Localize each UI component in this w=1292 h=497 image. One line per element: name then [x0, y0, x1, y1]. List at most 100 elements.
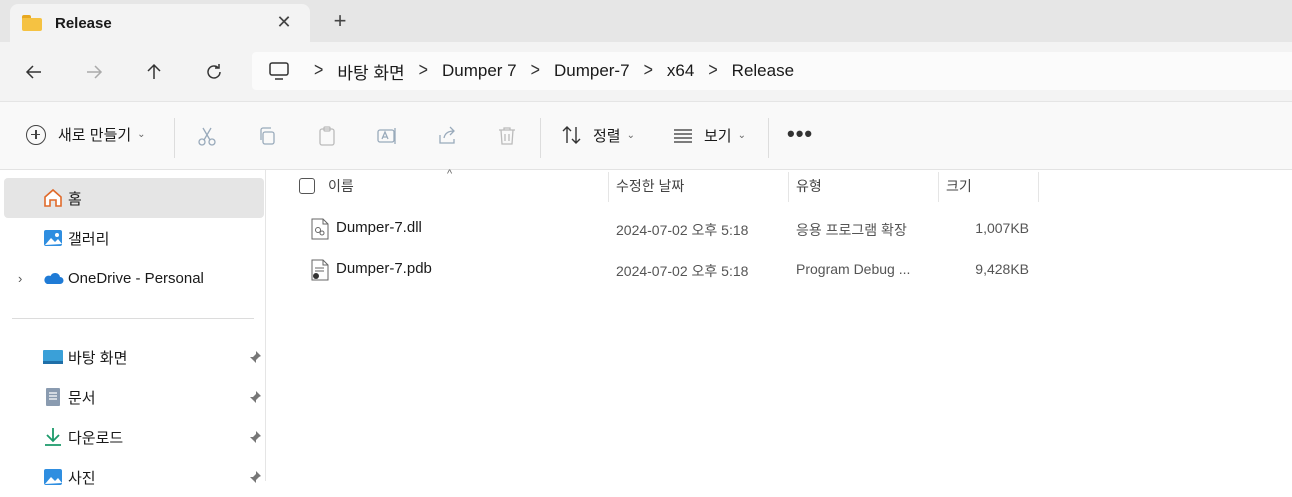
- pin-icon[interactable]: [248, 430, 262, 444]
- breadcrumb-x64[interactable]: x64: [667, 61, 694, 81]
- new-label: 새로 만들기: [58, 127, 132, 144]
- forward-button[interactable]: [79, 58, 109, 86]
- sidebar-item-label: 갤러리: [68, 230, 110, 248]
- file-modified: 2024-07-02 오후 5:18: [616, 263, 749, 279]
- file-name: Dumper-7.dll: [336, 219, 422, 236]
- sidebar-item-home[interactable]: 홈: [4, 178, 264, 218]
- toolbar-divider: [768, 118, 769, 158]
- sidebar-item-label: 바탕 화면: [68, 349, 128, 367]
- title-bar: Release ✕ +: [0, 0, 1292, 42]
- tab-title: Release: [55, 14, 112, 32]
- scissors-icon: [198, 127, 216, 146]
- share-button[interactable]: [435, 124, 459, 148]
- file-type: Program Debug ...: [796, 261, 911, 277]
- sort-icon: [562, 126, 581, 144]
- add-circle-icon: [26, 124, 46, 145]
- file-list: ^ 이름 수정한 날짜 유형 크기 Dumper-7.dll 2024-07-0…: [267, 168, 1292, 481]
- sort-button[interactable]: 정렬 ⌄: [561, 124, 635, 146]
- breadcrumb-separator[interactable]: >: [531, 60, 540, 82]
- column-header-modified[interactable]: 수정한 날짜: [616, 170, 684, 202]
- file-size: 1,007KB: [975, 220, 1029, 236]
- address-bar[interactable]: > 바탕 화면 > Dumper 7 > Dumper-7 > x64 > Re…: [252, 52, 1292, 90]
- arrow-right-icon: [87, 65, 103, 79]
- file-type: 응용 프로그램 확장: [796, 222, 907, 238]
- list-view-icon: [674, 129, 692, 143]
- breadcrumb-separator[interactable]: >: [708, 60, 717, 82]
- downloads-icon: [45, 428, 61, 446]
- breadcrumb-separator: >: [314, 60, 324, 81]
- copy-button[interactable]: [255, 124, 279, 148]
- sidebar-item-label: 홈: [68, 190, 82, 208]
- refresh-icon: [207, 64, 221, 79]
- column-divider[interactable]: [608, 172, 609, 202]
- sort-label: 정렬: [593, 127, 621, 145]
- sidebar-item-label: 사진: [68, 469, 96, 487]
- navigation-pane: 홈 갤러리 › OneDrive - Personal 바탕 화면 문서 다운로…: [0, 170, 266, 487]
- file-row[interactable]: Dumper-7.dll 2024-07-02 오후 5:18 응용 프로그램 …: [267, 208, 1292, 248]
- arrow-up-icon: [147, 63, 161, 79]
- computer-icon: [269, 62, 289, 80]
- breadcrumb-separator[interactable]: >: [419, 60, 428, 82]
- copy-icon: [260, 127, 275, 145]
- column-name-label: 이름: [328, 178, 354, 194]
- rename-button[interactable]: [375, 124, 399, 148]
- rename-icon: [377, 128, 396, 144]
- more-options-button[interactable]: •••: [787, 123, 813, 145]
- toolbar-divider: [174, 118, 175, 158]
- pdb-file-icon: [311, 259, 329, 281]
- sidebar-divider: [12, 318, 254, 319]
- gallery-icon: [44, 230, 62, 246]
- breadcrumb-release[interactable]: Release: [732, 61, 794, 81]
- breadcrumb-dumper-7-space[interactable]: Dumper 7: [442, 61, 517, 81]
- delete-button[interactable]: [495, 124, 519, 148]
- back-button[interactable]: [19, 58, 49, 86]
- paste-button[interactable]: [315, 124, 339, 148]
- column-header-size[interactable]: 크기: [946, 170, 972, 202]
- sidebar-item-label: 다운로드: [68, 429, 124, 447]
- home-icon: [44, 188, 62, 207]
- breadcrumb-separator[interactable]: >: [644, 60, 653, 82]
- refresh-button[interactable]: [199, 58, 229, 86]
- arrow-left-icon: [25, 65, 41, 79]
- pin-icon[interactable]: [248, 350, 262, 364]
- up-button[interactable]: [139, 58, 169, 86]
- new-tab-button[interactable]: +: [328, 9, 352, 33]
- select-all-checkbox[interactable]: [299, 178, 315, 194]
- sidebar-item-pictures[interactable]: 사진: [4, 457, 264, 497]
- file-modified: 2024-07-02 오후 5:18: [616, 222, 749, 238]
- dll-file-icon: [311, 218, 329, 240]
- sidebar-item-desktop[interactable]: 바탕 화면: [4, 337, 264, 377]
- file-row[interactable]: Dumper-7.pdb 2024-07-02 오후 5:18 Program …: [267, 249, 1292, 289]
- column-divider[interactable]: [938, 172, 939, 202]
- chevron-down-icon: ⌄: [626, 129, 635, 141]
- expand-chevron-icon[interactable]: ›: [18, 271, 22, 286]
- pin-icon[interactable]: [248, 470, 262, 484]
- tab-release[interactable]: Release ✕: [10, 4, 310, 42]
- sidebar-item-gallery[interactable]: 갤러리: [4, 218, 264, 258]
- file-size: 9,428KB: [975, 261, 1029, 277]
- sidebar-item-downloads[interactable]: 다운로드: [4, 417, 264, 457]
- chevron-down-icon: ⌄: [137, 129, 146, 140]
- pictures-icon: [44, 469, 62, 485]
- sort-indicator-icon: ^: [447, 168, 453, 180]
- view-button[interactable]: 보기 ⌄: [672, 124, 746, 146]
- navigation-bar: > 바탕 화면 > Dumper 7 > Dumper-7 > x64 > Re…: [0, 42, 1292, 102]
- column-divider[interactable]: [1038, 172, 1039, 202]
- pin-icon[interactable]: [248, 390, 262, 404]
- breadcrumb-dumper-7[interactable]: Dumper-7: [554, 61, 630, 81]
- close-tab-button[interactable]: ✕: [272, 10, 296, 34]
- column-header-type[interactable]: 유형: [796, 170, 822, 202]
- sidebar-item-documents[interactable]: 문서: [4, 377, 264, 417]
- sidebar-item-label: 문서: [68, 389, 96, 407]
- file-name: Dumper-7.pdb: [336, 260, 432, 277]
- breadcrumb-desktop[interactable]: 바탕 화면: [337, 59, 404, 84]
- cut-button[interactable]: [195, 124, 219, 148]
- folder-icon: [22, 15, 42, 31]
- column-header-name[interactable]: 이름: [328, 170, 354, 202]
- sidebar-item-onedrive[interactable]: › OneDrive - Personal: [4, 258, 264, 298]
- documents-icon: [46, 388, 60, 406]
- column-modified-label: 수정한 날짜: [616, 178, 685, 194]
- new-button[interactable]: 새로 만들기 ⌄: [26, 124, 146, 145]
- column-divider[interactable]: [788, 172, 789, 202]
- column-type-label: 유형: [796, 178, 822, 194]
